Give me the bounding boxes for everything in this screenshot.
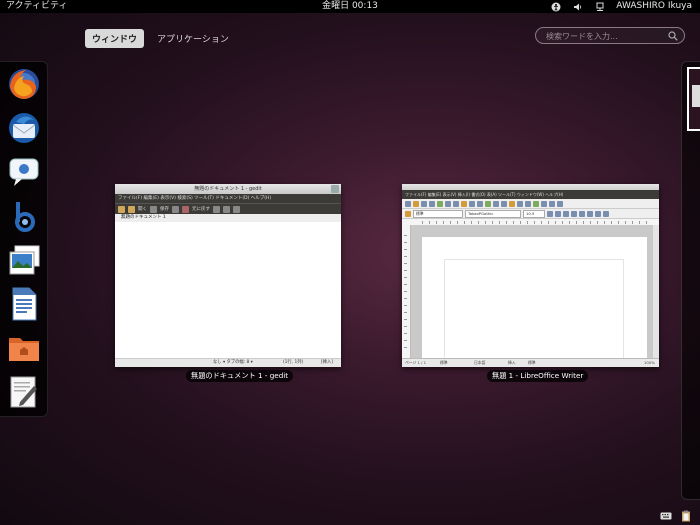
new-icon: [118, 205, 125, 213]
size-select[interactable]: 10.5: [523, 209, 545, 218]
dash-item-empathy[interactable]: [6, 154, 42, 190]
format-toolbar: 標準 TakaoPGothic 10.5: [402, 209, 659, 219]
message-tray: [660, 510, 692, 522]
print-icon: [172, 205, 179, 213]
open-icon: [128, 205, 135, 213]
firefox-icon: [9, 69, 39, 99]
network-icon[interactable]: [594, 1, 606, 13]
dash-item-writer[interactable]: [6, 286, 42, 322]
document-area: [402, 225, 659, 361]
window-caption-gedit: 無題のドキュメント 1 - gedit: [186, 370, 294, 382]
font-select[interactable]: TakaoPGothic: [465, 209, 521, 218]
keyboard-icon[interactable]: [660, 510, 672, 522]
undo-icon: [182, 205, 189, 213]
menubar: ファイル(F) 編集(E) 表示(V) 挿入(I) 書式(O) 表(A) ツール…: [402, 190, 659, 199]
vertical-scrollbar[interactable]: [653, 225, 659, 359]
window-thumbnail-gedit[interactable]: 無題のドキュメント 1 - gedit ファイル(F) 編集(E) 表示(V) …: [115, 184, 341, 367]
paste-icon: [233, 205, 240, 213]
copy-icon: [223, 205, 230, 213]
empathy-icon: [9, 158, 39, 186]
search-input[interactable]: [544, 29, 668, 44]
top-panel: アクティビティ 金曜日 00:13 AWASHIRO Ikuya: [0, 0, 700, 13]
banshee-icon: [15, 202, 35, 232]
clipboard-icon[interactable]: [680, 510, 692, 522]
menubar: ファイル(F) 編集(E) 表示(V) 検索(S) ツール(T) ドキュメント(…: [115, 194, 341, 203]
dash-item-gedit[interactable]: [6, 374, 42, 410]
text-boundary: [444, 259, 624, 361]
status-tray: AWASHIRO Ikuya: [550, 0, 692, 13]
user-menu[interactable]: AWASHIRO Ikuya: [616, 0, 692, 13]
writer-icon: [12, 287, 37, 321]
editor-area: [115, 222, 341, 359]
statusbar: ページ 1 / 1 標準 日本語 挿入 標準 100%: [402, 358, 659, 367]
cut-icon: [213, 205, 220, 213]
statusbar: なし ▾ タブの幅: 8 ▾ (1行, 1列) [挿入]: [115, 358, 341, 367]
dash-item-banshee[interactable]: [6, 198, 42, 234]
workspace-switcher: [681, 61, 700, 500]
dash: [0, 61, 48, 417]
dash-item-shotwell[interactable]: [6, 242, 42, 278]
window-title: 無題のドキュメント 1 - gedit: [115, 184, 341, 194]
close-icon[interactable]: [331, 185, 339, 193]
accessibility-icon[interactable]: [550, 1, 562, 13]
dash-item-firefox[interactable]: [6, 66, 42, 102]
window-caption-writer: 無題 1 - LibreOffice Writer: [487, 370, 589, 382]
view-selector: ウィンドウ アプリケーション: [85, 29, 236, 48]
volume-icon[interactable]: [572, 1, 584, 13]
tab-applications[interactable]: アプリケーション: [150, 29, 236, 48]
shotwell-icon: [9, 245, 40, 275]
window-thumbnail-writer[interactable]: ファイル(F) 編集(E) 表示(V) 挿入(I) 書式(O) 表(A) ツール…: [402, 184, 659, 367]
tab-windows[interactable]: ウィンドウ: [85, 29, 145, 48]
document-page[interactable]: [422, 237, 647, 361]
text-editor-icon: [10, 376, 37, 408]
toolbar: 開く 保存 元に戻す: [115, 203, 341, 214]
standard-toolbar: [402, 199, 659, 209]
style-select[interactable]: 標準: [413, 209, 463, 218]
folder-icon: [9, 338, 39, 361]
dash-item-thunderbird[interactable]: [6, 110, 42, 146]
vertical-ruler: [402, 225, 411, 359]
thunderbird-icon: [9, 113, 39, 143]
dash-item-home-folder[interactable]: [6, 330, 42, 366]
search-box: [535, 27, 685, 44]
search-icon: [668, 31, 678, 41]
save-icon: [150, 205, 157, 213]
workspace-thumbnail[interactable]: [687, 67, 700, 131]
